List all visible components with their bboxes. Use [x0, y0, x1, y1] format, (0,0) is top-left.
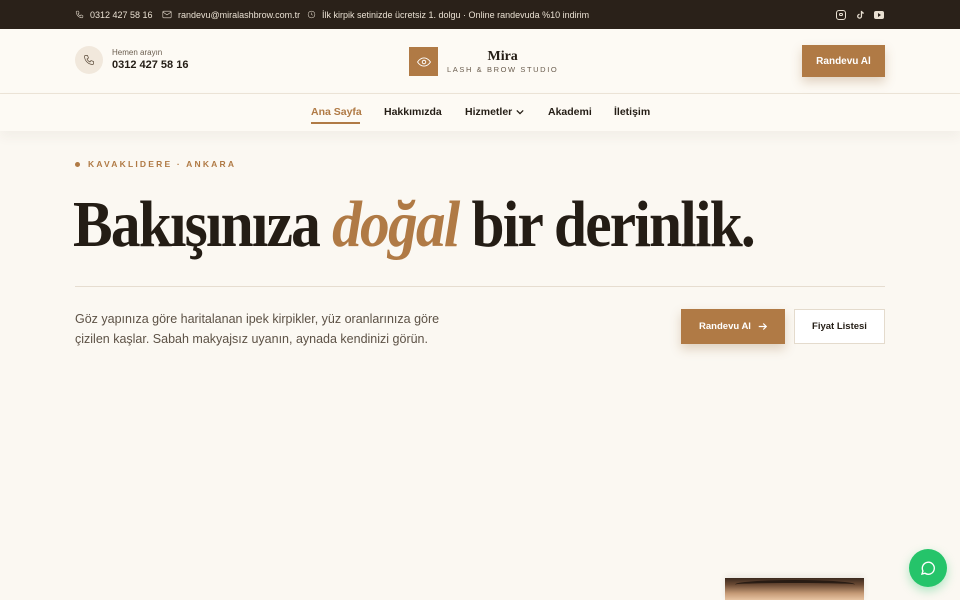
call-icon-circle — [75, 46, 103, 74]
hero-appointment-button[interactable]: Randevu Al — [681, 309, 785, 344]
nav-item-label: Hizmetler — [465, 106, 513, 118]
topbar-email-text: randevu@miralashbrow.com.tr — [178, 9, 301, 20]
headline-post: bir derinlik. — [458, 188, 756, 261]
top-bar: 0312 427 58 16 randevu@miralashbrow.com.… — [0, 0, 960, 29]
hero-headline: Bakışınıza doğal bir derinlik. — [73, 186, 756, 264]
topbar-promo-text: İlk kirpik setinizde ücretsiz 1. dolgu ·… — [322, 9, 590, 20]
call-phone: 0312 427 58 16 — [112, 59, 189, 71]
nav-item-label: Hakkımızda — [384, 106, 442, 118]
call-block[interactable]: Hemen arayın 0312 427 58 16 — [75, 46, 188, 74]
logo-mark — [409, 47, 438, 76]
nav-item-contact[interactable]: İletişim — [614, 106, 650, 118]
site-logo[interactable]: Mira LASH & BROW STUDIO — [409, 47, 558, 76]
logo-subtitle: LASH & BROW STUDIO — [447, 64, 559, 74]
nav-item-label: Akademi — [548, 106, 592, 118]
nav-item-label: İletişim — [614, 106, 651, 118]
main-nav: Ana Sayfa Hakkımızda Hizmetler Akademi İ… — [0, 94, 960, 131]
eyebrow-dot — [75, 161, 80, 167]
site-header: Hemen arayın 0312 427 58 16 Mira LASH & … — [0, 29, 960, 94]
headline-accent: doğal — [332, 188, 460, 261]
nav-item-home[interactable]: Ana Sayfa — [311, 106, 362, 118]
youtube-icon[interactable] — [874, 10, 884, 19]
hero-eyebrow: KAVAKLIDERE · ANKARA — [75, 159, 236, 169]
hero-appointment-label: Randevu Al — [699, 321, 751, 332]
instagram-icon[interactable] — [836, 9, 846, 20]
topbar-email[interactable]: randevu@miralashbrow.com.tr — [162, 0, 300, 29]
nav-item-about[interactable]: Hakkımızda — [384, 106, 442, 118]
hero-description: Göz yapınıza göre haritalanan ipek kirpi… — [75, 312, 440, 346]
hero-image — [725, 578, 864, 600]
topbar-phone[interactable]: 0312 427 58 16 — [75, 0, 153, 29]
chevron-down-icon — [516, 109, 524, 115]
hero-divider — [75, 286, 885, 287]
headline-pre: Bakışınıza — [73, 188, 333, 261]
lash-photo-detail — [735, 580, 855, 589]
whatsapp-button[interactable] — [909, 549, 947, 587]
nav-item-label: Ana Sayfa — [311, 106, 362, 118]
mail-icon — [162, 10, 172, 19]
nav-item-services[interactable]: Hizmetler — [465, 106, 524, 118]
tiktok-icon[interactable] — [855, 10, 865, 20]
arrow-right-icon — [758, 323, 767, 330]
nav-item-academy[interactable]: Akademi — [548, 106, 592, 118]
phone-icon — [75, 10, 84, 19]
eye-icon — [416, 56, 431, 67]
clock-icon — [307, 10, 316, 19]
logo-name: Mira — [487, 48, 518, 64]
call-label: Hemen arayın — [112, 48, 163, 57]
social-links — [836, 0, 884, 29]
phone-icon — [84, 55, 94, 65]
price-list-button[interactable]: Fiyat Listesi — [794, 309, 885, 344]
topbar-phone-text: 0312 427 58 16 — [90, 9, 153, 20]
topbar-promo: İlk kirpik setinizde ücretsiz 1. dolgu ·… — [307, 0, 589, 29]
nav-active-underline — [311, 122, 360, 124]
whatsapp-icon — [920, 561, 935, 575]
header-appointment-button[interactable]: Randevu Al — [802, 45, 885, 77]
eyebrow-text: KAVAKLIDERE · ANKARA — [88, 159, 237, 169]
